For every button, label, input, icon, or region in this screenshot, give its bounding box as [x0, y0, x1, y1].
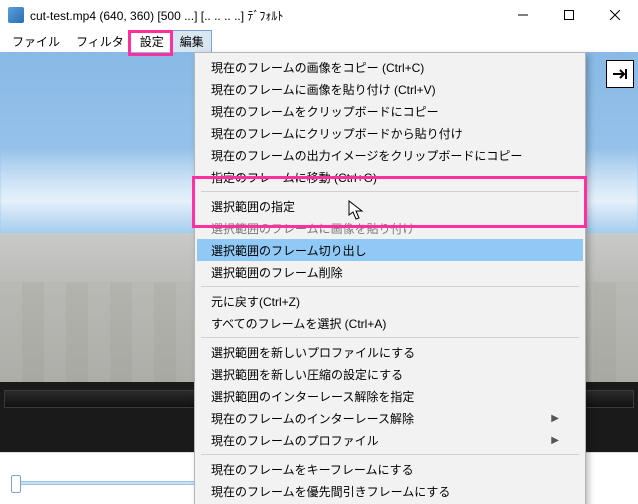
menu-item-label: 選択範囲を新しい圧縮の設定にする: [211, 366, 403, 383]
menu-item[interactable]: 選択範囲のフレームに画像を貼り付け: [197, 217, 583, 239]
content-area: 現在のフレームの画像をコピー (Ctrl+C) 現在のフレームに画像を貼り付け (…: [0, 52, 638, 504]
menu-item[interactable]: 元に戻す(Ctrl+Z): [197, 290, 583, 312]
menu-item[interactable]: 選択範囲のフレーム削除: [197, 261, 583, 283]
edit-dropdown-menu: 現在のフレームの画像をコピー (Ctrl+C) 現在のフレームに画像を貼り付け (…: [194, 52, 586, 504]
menu-item[interactable]: 現在のフレームのインターレース解除 ▶: [197, 407, 583, 429]
titlebar: cut-test.mp4 (640, 360) [500 ...] [.. ..…: [0, 0, 638, 30]
menu-separator: [201, 191, 579, 192]
menu-item[interactable]: 現在のフレームに画像を貼り付け (Ctrl+V): [197, 78, 583, 100]
menu-item-label: 現在のフレームにクリップボードから貼り付け: [211, 125, 463, 142]
menu-item[interactable]: 現在のフレームのプロファイル ▶: [197, 429, 583, 451]
menu-separator: [201, 286, 579, 287]
menu-item[interactable]: 現在のフレームの出力イメージをクリップボードにコピー: [197, 144, 583, 166]
window-title: cut-test.mp4 (640, 360) [500 ...] [.. ..…: [30, 7, 283, 24]
menu-item[interactable]: 現在のフレームを優先間引きフレームにする: [197, 480, 583, 502]
menu-item-label: 選択範囲のフレームに画像を貼り付け: [211, 220, 415, 237]
minimize-button[interactable]: [500, 0, 546, 30]
menu-item[interactable]: 選択範囲の指定: [197, 195, 583, 217]
close-button[interactable]: [592, 0, 638, 30]
menu-item[interactable]: 現在のフレームをクリップボードにコピー: [197, 100, 583, 122]
menu-item-label: 選択範囲のインターレース解除を指定: [211, 388, 414, 405]
menu-item[interactable]: 選択範囲を新しいプロファイルにする: [197, 341, 583, 363]
menu-item-label: 元に戻す(Ctrl+Z): [211, 293, 300, 310]
menu-item[interactable]: 指定のフレームに移動 (Ctrl+G): [197, 166, 583, 188]
menu-separator: [201, 337, 579, 338]
menu-file[interactable]: ファイル: [4, 30, 68, 53]
menu-item-label: 現在のフレームをキーフレームにする: [211, 461, 414, 478]
menu-item-label: 選択範囲のフレーム切り出し: [211, 242, 367, 259]
app-icon: [8, 7, 24, 23]
menu-settings[interactable]: 設定: [132, 30, 172, 53]
chevron-right-icon: ▶: [551, 413, 559, 424]
menu-item-label: 現在のフレームのインターレース解除: [211, 410, 414, 427]
menu-filter[interactable]: フィルタ: [68, 30, 132, 53]
seek-slider-thumb[interactable]: [11, 475, 21, 493]
menu-item[interactable]: 選択範囲のフレーム切り出し: [197, 239, 583, 261]
menu-item-label: 指定のフレームに移動 (Ctrl+G): [211, 169, 377, 186]
menu-edit[interactable]: 編集: [172, 30, 212, 53]
maximize-button[interactable]: [546, 0, 592, 30]
menu-item[interactable]: 現在のフレームをキーフレームにする: [197, 458, 583, 480]
menu-item[interactable]: 選択範囲を新しい圧縮の設定にする: [197, 363, 583, 385]
menu-item-label: 現在のフレームを優先間引きフレームにする: [211, 483, 450, 500]
menu-item-label: 現在のフレームに画像を貼り付け (Ctrl+V): [211, 81, 436, 98]
window-controls: [500, 0, 638, 30]
go-to-end-button[interactable]: [606, 60, 634, 88]
menu-item[interactable]: 現在のフレームにクリップボードから貼り付け: [197, 122, 583, 144]
menu-item[interactable]: 選択範囲のインターレース解除を指定: [197, 385, 583, 407]
app-window: cut-test.mp4 (640, 360) [500 ...] [.. ..…: [0, 0, 638, 504]
arrow-end-icon: [612, 67, 628, 81]
menu-item-label: すべてのフレームを選択 (Ctrl+A): [211, 315, 386, 332]
chevron-right-icon: ▶: [551, 435, 559, 446]
menu-item[interactable]: すべてのフレームを選択 (Ctrl+A): [197, 312, 583, 334]
menu-separator: [201, 454, 579, 455]
titlebar-left: cut-test.mp4 (640, 360) [500 ...] [.. ..…: [8, 7, 283, 24]
menu-item[interactable]: 現在のフレームの画像をコピー (Ctrl+C): [197, 56, 583, 78]
menu-item-label: 現在のフレームの画像をコピー (Ctrl+C): [211, 59, 424, 76]
menu-item-label: 選択範囲の指定: [211, 198, 295, 215]
menu-item-label: 現在のフレームの出力イメージをクリップボードにコピー: [211, 147, 522, 164]
menu-item-label: 選択範囲を新しいプロファイルにする: [211, 344, 415, 361]
menu-item-label: 現在のフレームのプロファイル: [211, 432, 379, 449]
menubar: ファイル フィルタ 設定 編集: [0, 30, 638, 52]
menu-item-label: 選択範囲のフレーム削除: [211, 264, 343, 281]
menu-item-label: 現在のフレームをクリップボードにコピー: [211, 103, 439, 120]
